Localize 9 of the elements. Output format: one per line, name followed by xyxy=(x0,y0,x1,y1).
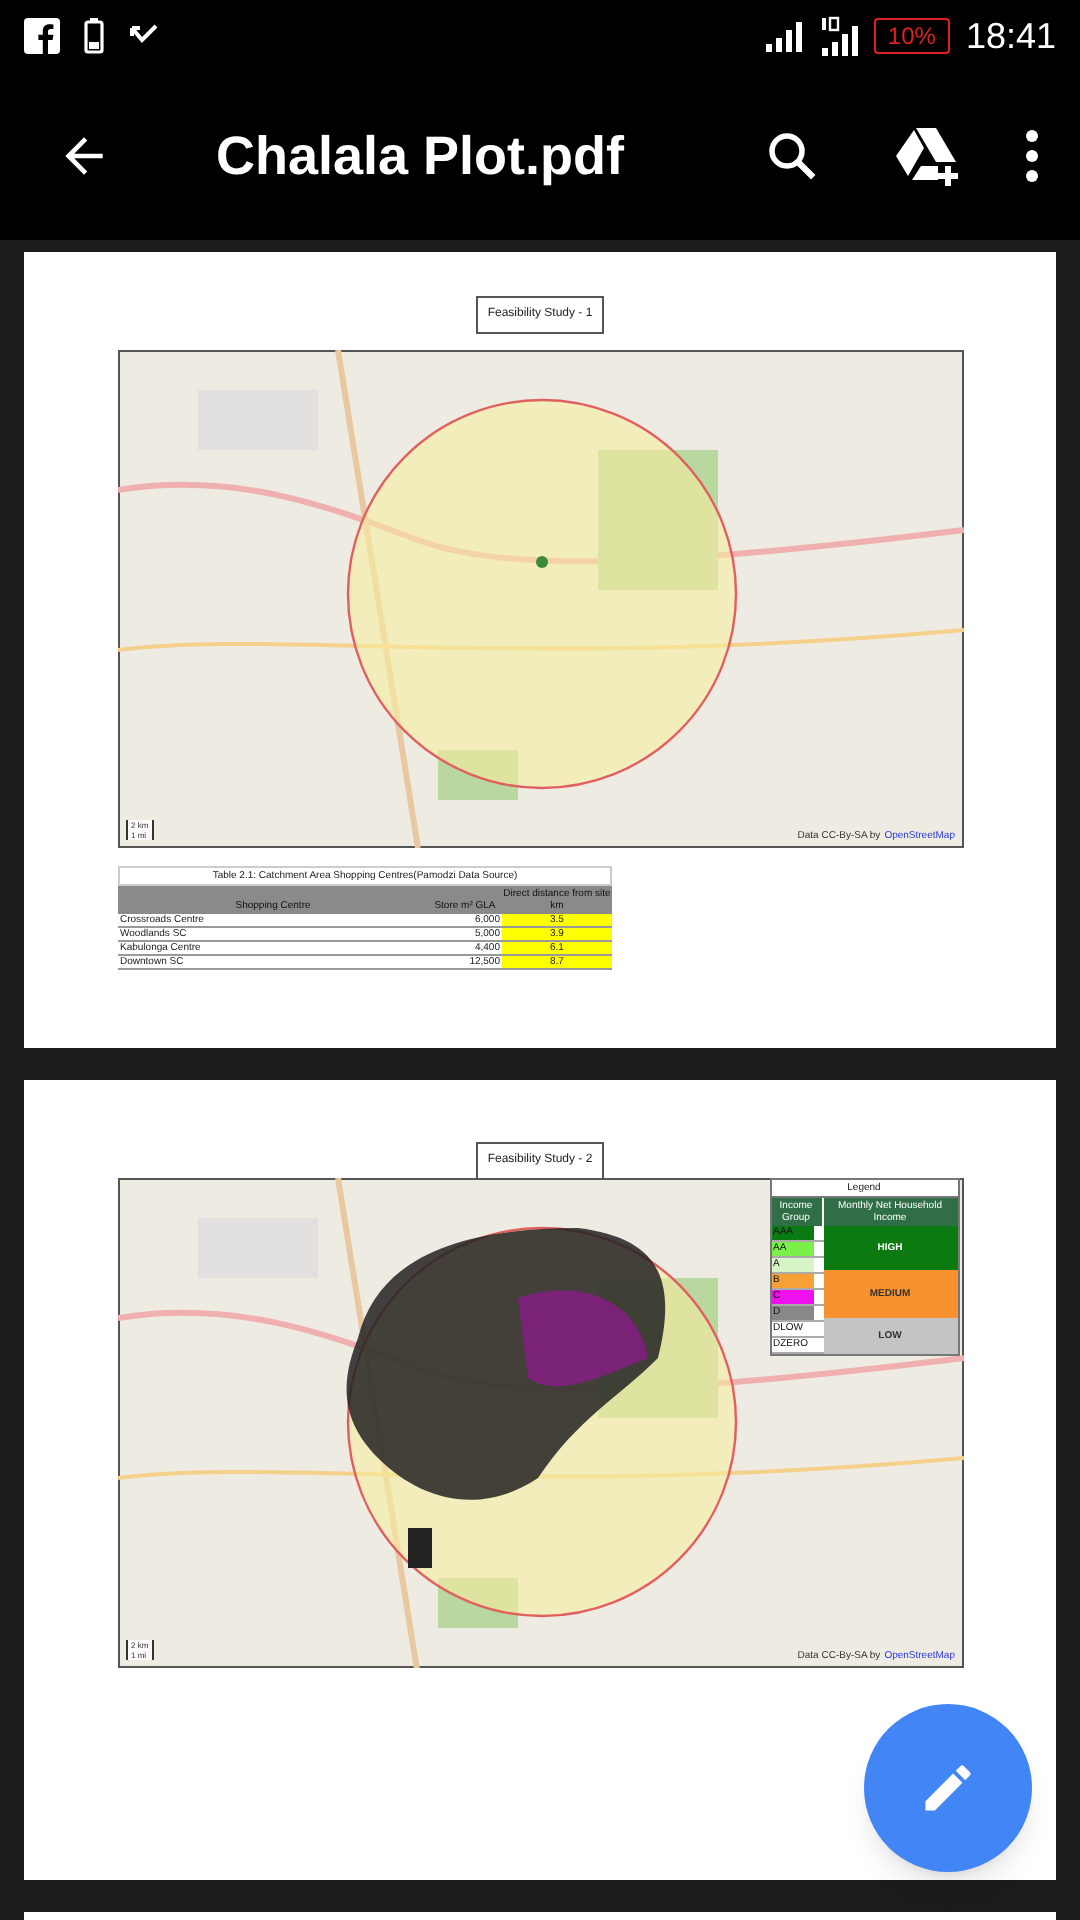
clock-time: 18:41 xyxy=(965,13,1056,59)
battery-level: 10% xyxy=(873,18,950,54)
facebook-icon xyxy=(24,18,60,54)
missed-call-icon xyxy=(128,24,160,48)
more-vertical-icon xyxy=(1024,130,1040,182)
document-title: Chalala Plot.pdf xyxy=(216,123,625,190)
battery-icon xyxy=(84,18,104,54)
drive-add-icon xyxy=(894,126,962,186)
signal-icon xyxy=(765,20,806,52)
